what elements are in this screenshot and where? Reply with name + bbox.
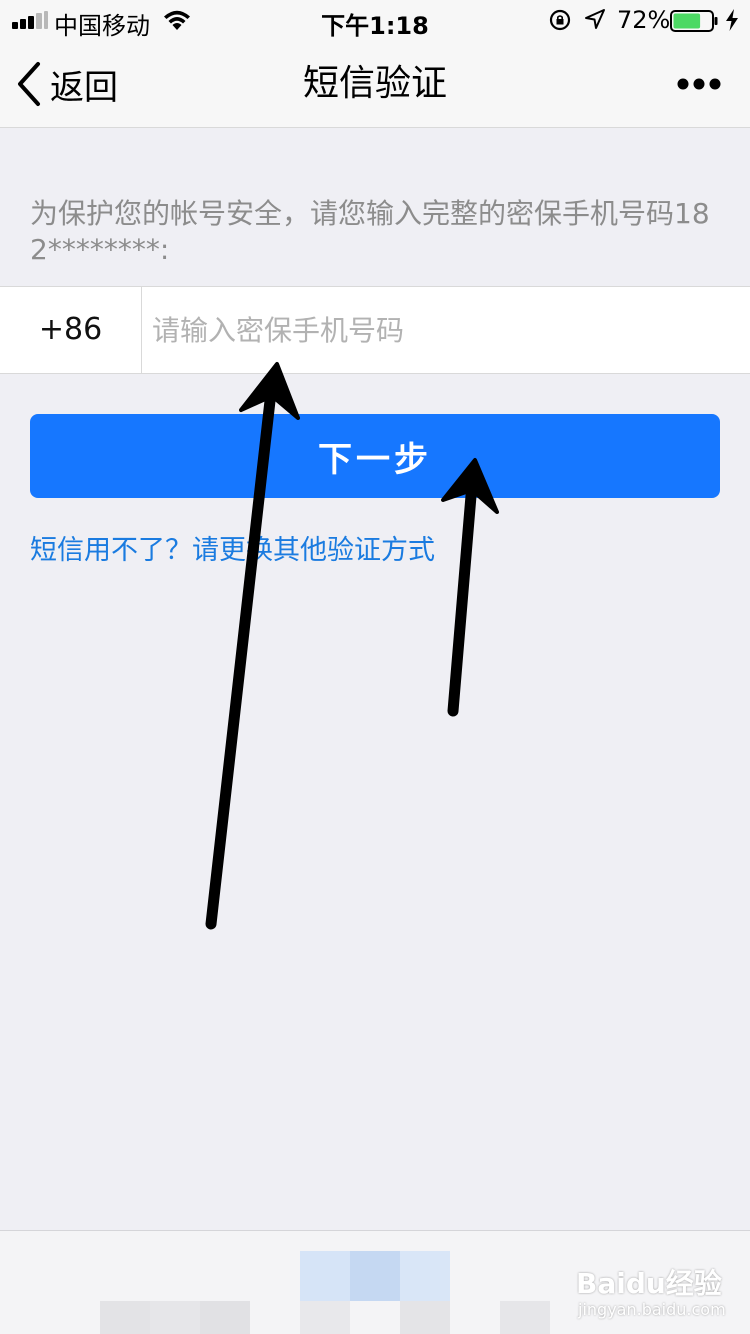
baidu-jingyan-watermark: Baidu经验 jingyan.baidu.com bbox=[576, 1262, 746, 1324]
blurred-tile bbox=[150, 1301, 200, 1334]
page-title: 短信验证 bbox=[302, 63, 447, 104]
charging-bolt-icon bbox=[726, 9, 738, 31]
blurred-tile bbox=[300, 1301, 350, 1334]
more-dots-icon[interactable] bbox=[676, 74, 722, 94]
watermark-brand: Baidu经验 bbox=[576, 1267, 722, 1300]
watermark-url: jingyan.baidu.com bbox=[578, 1300, 726, 1319]
top-bar: 中国移动 下午1:18 72% 返回 短信验证 bbox=[0, 0, 750, 128]
battery-percent: 72% bbox=[617, 6, 671, 34]
blurred-tile bbox=[350, 1251, 400, 1301]
blurred-tile bbox=[100, 1301, 150, 1334]
alternative-verification-link[interactable]: 短信用不了？请更换其他验证方式 bbox=[30, 528, 435, 567]
blurred-tile bbox=[300, 1251, 350, 1301]
status-bar: 中国移动 下午1:18 72% bbox=[0, 0, 750, 40]
blurred-tile bbox=[500, 1301, 550, 1334]
navigation-bar: 返回 短信验证 bbox=[0, 40, 750, 128]
phone-input-row: +86 bbox=[0, 286, 750, 374]
blurred-tile bbox=[400, 1251, 450, 1301]
rotation-lock-icon bbox=[549, 9, 571, 31]
battery-icon bbox=[670, 10, 718, 32]
country-code-selector[interactable]: +86 bbox=[0, 287, 142, 373]
blurred-tile bbox=[200, 1301, 250, 1334]
next-step-button[interactable]: 下一步 bbox=[30, 414, 720, 498]
location-arrow-icon bbox=[585, 9, 605, 29]
phone-number-input[interactable] bbox=[152, 287, 732, 373]
security-hint-text: 为保护您的帐号安全，请您输入完整的密保手机号码182********: bbox=[30, 197, 710, 266]
blurred-tile bbox=[400, 1301, 450, 1334]
